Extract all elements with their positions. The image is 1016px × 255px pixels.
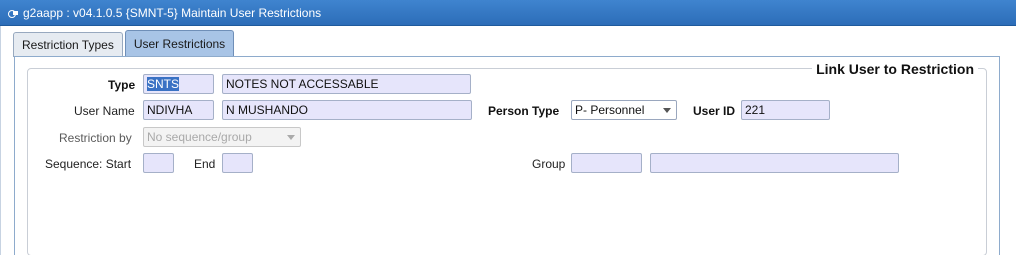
restriction-by-label: Restriction by: [59, 131, 132, 145]
tab-panel: Link User to Restriction Type SNTS NOTES…: [14, 56, 1000, 255]
link-user-fieldset: Link User to Restriction Type SNTS NOTES…: [27, 61, 987, 255]
tab-user-restrictions[interactable]: User Restrictions: [124, 30, 235, 57]
main-window: Restriction Types User Restrictions Link…: [0, 26, 1016, 255]
title-bar: g2aapp : v04.1.0.5 {SMNT-5} Maintain Use…: [0, 0, 1016, 26]
user-name-label: User Name: [74, 104, 135, 118]
type-code-value: SNTS: [147, 77, 180, 91]
restriction-by-select[interactable]: No sequence/group: [143, 127, 301, 147]
user-id-label: User ID: [693, 104, 736, 118]
person-type-label: Person Type: [488, 104, 560, 118]
sequence-start-field[interactable]: [143, 153, 174, 173]
type-code-field[interactable]: SNTS: [143, 74, 214, 94]
user-name-description-field[interactable]: N MUSHANDO: [222, 100, 472, 120]
sequence-end-field[interactable]: [222, 153, 253, 173]
sequence-start-label: Sequence: Start: [45, 157, 132, 171]
user-id-field[interactable]: 221: [741, 100, 830, 120]
sequence-end-label: End: [194, 157, 216, 171]
window-title: g2aapp : v04.1.0.5 {SMNT-5} Maintain Use…: [23, 5, 322, 20]
group-label: Group: [532, 157, 566, 171]
tab-restriction-types[interactable]: Restriction Types: [13, 32, 123, 57]
group-code-field[interactable]: [571, 153, 642, 173]
fieldset-legend: Link User to Restriction: [812, 61, 978, 77]
chevron-down-icon: [287, 134, 295, 140]
app-gear-icon: [8, 8, 18, 18]
group-description-field[interactable]: [650, 153, 899, 173]
type-description-field[interactable]: NOTES NOT ACCESSABLE: [222, 74, 471, 94]
user-name-code-field[interactable]: NDIVHA: [143, 100, 214, 120]
chevron-down-icon: [663, 107, 671, 113]
restriction-by-value: No sequence/group: [147, 130, 252, 144]
type-label: Type: [108, 78, 136, 92]
person-type-select[interactable]: P- Personnel: [571, 100, 677, 120]
tab-bar: Restriction Types User Restrictions: [13, 30, 236, 57]
person-type-value: P- Personnel: [575, 103, 645, 117]
